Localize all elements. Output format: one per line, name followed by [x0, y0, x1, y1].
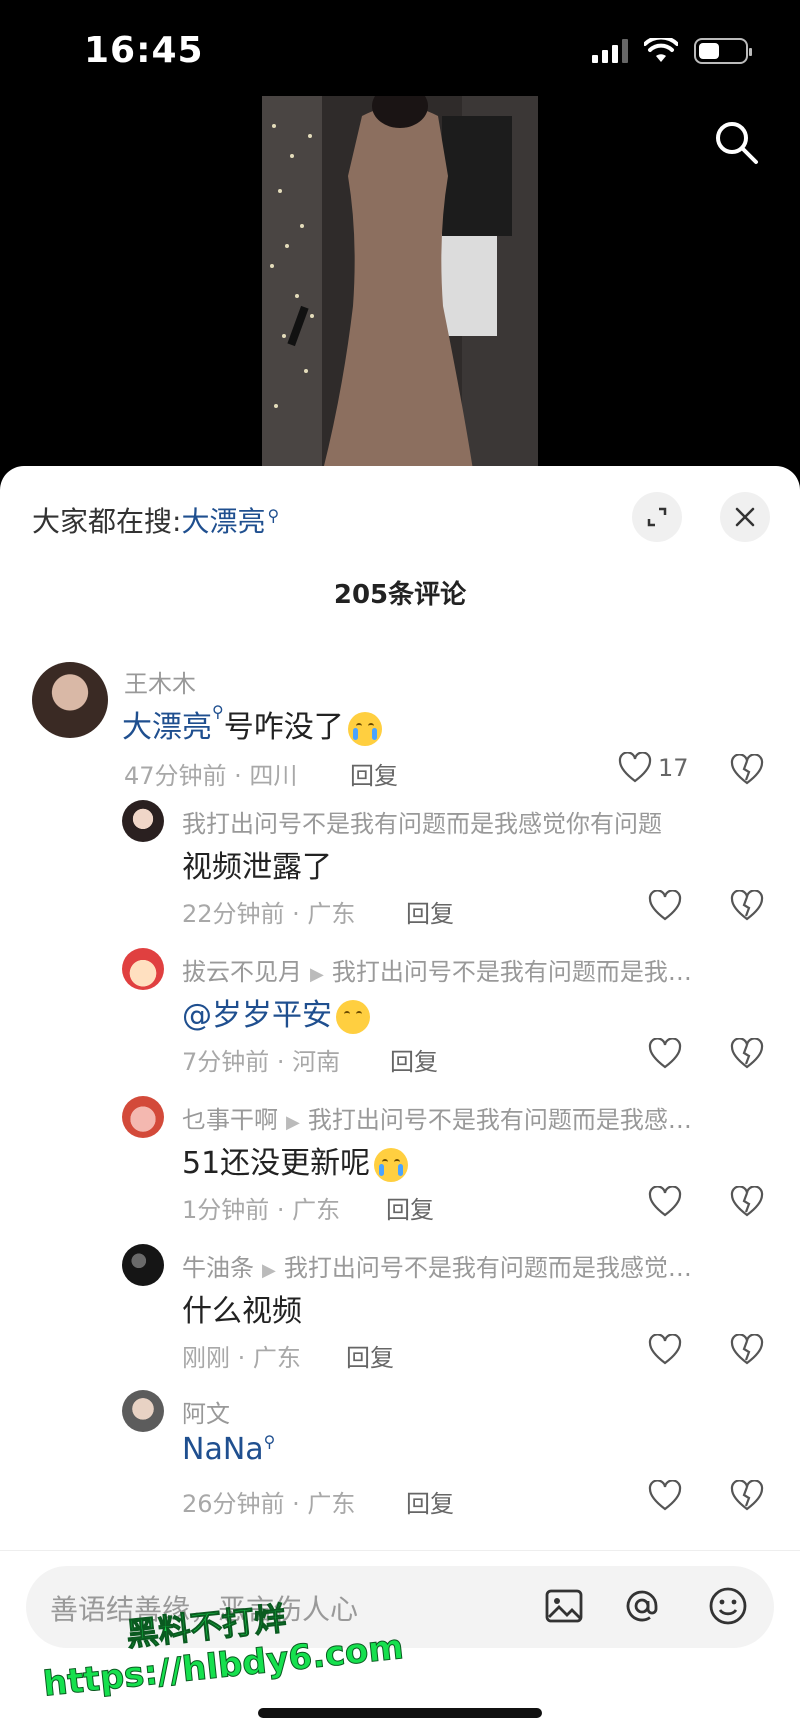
avatar[interactable]: [122, 1096, 164, 1138]
comment-keyword-link[interactable]: NaNa: [182, 1432, 264, 1467]
avatar[interactable]: [32, 662, 108, 738]
expand-button[interactable]: [632, 492, 682, 542]
trending-search[interactable]: 大家都在搜: 大漂亮 ⚲: [32, 500, 279, 540]
reply-arrow-icon: ▶: [310, 964, 324, 985]
avatar[interactable]: [122, 800, 164, 842]
mention-icon[interactable]: [620, 1584, 664, 1628]
reply-button[interactable]: 回复: [406, 1484, 454, 1519]
comment-text: 视频泄露了: [182, 850, 332, 885]
video-area[interactable]: [0, 0, 800, 470]
avatar[interactable]: [122, 1390, 164, 1432]
like-button[interactable]: 17: [618, 752, 689, 784]
comment-author: 乜事干啊 ▶ 我打出问号不是我有问题而是我感…: [182, 1106, 692, 1134]
comment-text: 大漂亮⚲号咋没了: [122, 702, 382, 746]
dislike-icon[interactable]: [730, 754, 764, 786]
reply-button[interactable]: 回复: [386, 1190, 434, 1225]
avatar[interactable]: [122, 948, 164, 990]
heart-icon[interactable]: [648, 1334, 682, 1366]
avatar[interactable]: [122, 1244, 164, 1286]
comment-author[interactable]: 王木木: [124, 664, 196, 699]
comment-author: 拔云不见月 ▶ 我打出问号不是我有问题而是我…: [182, 958, 692, 986]
reply-button[interactable]: 回复: [390, 1042, 438, 1077]
reply-arrow-icon: ▶: [262, 1260, 276, 1281]
home-indicator[interactable]: [258, 1708, 542, 1718]
comment-author[interactable]: 我打出问号不是我有问题而是我感觉你有问题: [182, 804, 662, 839]
comment-meta: 26分钟前 · 广东: [182, 1490, 356, 1518]
emoji-icon[interactable]: [706, 1584, 750, 1628]
close-icon: [735, 507, 755, 527]
image-icon[interactable]: [542, 1584, 586, 1628]
comment-text: 什么视频: [182, 1294, 302, 1329]
search-small-icon: ⚲: [267, 505, 280, 525]
heart-icon[interactable]: [648, 1038, 682, 1070]
trending-prefix: 大家都在搜:: [32, 505, 182, 538]
reply-button[interactable]: 回复: [406, 894, 454, 929]
dislike-icon[interactable]: [730, 1480, 764, 1512]
crying-emoji-icon: [347, 711, 382, 746]
comment-meta: 刚刚 · 广东: [182, 1344, 301, 1372]
comment-author[interactable]: 阿文: [182, 1394, 230, 1429]
search-small-icon: ⚲: [263, 1432, 276, 1451]
dislike-icon[interactable]: [730, 1038, 764, 1070]
heart-icon: [618, 752, 652, 783]
comment-count: 205条评论: [333, 580, 467, 610]
comment-sheet: 大家都在搜: 大漂亮 ⚲ 205条评论 王木木 大漂亮⚲号咋没了 47分钟前 ·…: [0, 466, 800, 1732]
trending-keyword-link[interactable]: 大漂亮: [181, 500, 265, 540]
reply-button[interactable]: 回复: [350, 756, 398, 791]
dislike-icon[interactable]: [730, 1334, 764, 1366]
search-small-icon: ⚲: [212, 702, 224, 721]
comment-meta: 7分钟前 · 河南: [182, 1048, 341, 1076]
video-thumbnail[interactable]: [262, 96, 538, 470]
heart-icon[interactable]: [648, 890, 682, 922]
close-button[interactable]: [720, 492, 770, 542]
dislike-icon[interactable]: [730, 1186, 764, 1218]
flushed-emoji-icon: [336, 999, 370, 1034]
reply-button[interactable]: 回复: [346, 1338, 394, 1373]
comment-text: NaNa⚲: [182, 1432, 275, 1467]
comment-text: 51还没更新呢: [182, 1138, 409, 1182]
comment-keyword-link[interactable]: 大漂亮: [122, 710, 212, 745]
heart-icon[interactable]: [648, 1480, 682, 1512]
comment-text: @岁岁平安: [182, 990, 370, 1034]
comment-meta: 1分钟前 · 广东: [182, 1196, 341, 1224]
crying-emoji-icon: [374, 1147, 409, 1182]
reply-arrow-icon: ▶: [286, 1112, 300, 1133]
mention-link[interactable]: @岁岁平安: [182, 998, 332, 1033]
comment-meta: 47分钟前 · 四川: [124, 762, 298, 790]
dislike-icon[interactable]: [730, 890, 764, 922]
divider: [0, 1550, 800, 1551]
expand-icon: [647, 507, 667, 527]
heart-icon[interactable]: [648, 1186, 682, 1218]
comment-author: 牛油条 ▶ 我打出问号不是我有问题而是我感觉…: [182, 1254, 692, 1282]
like-count: 17: [658, 754, 689, 782]
search-icon[interactable]: [712, 118, 760, 166]
comment-meta: 22分钟前 · 广东: [182, 900, 356, 928]
